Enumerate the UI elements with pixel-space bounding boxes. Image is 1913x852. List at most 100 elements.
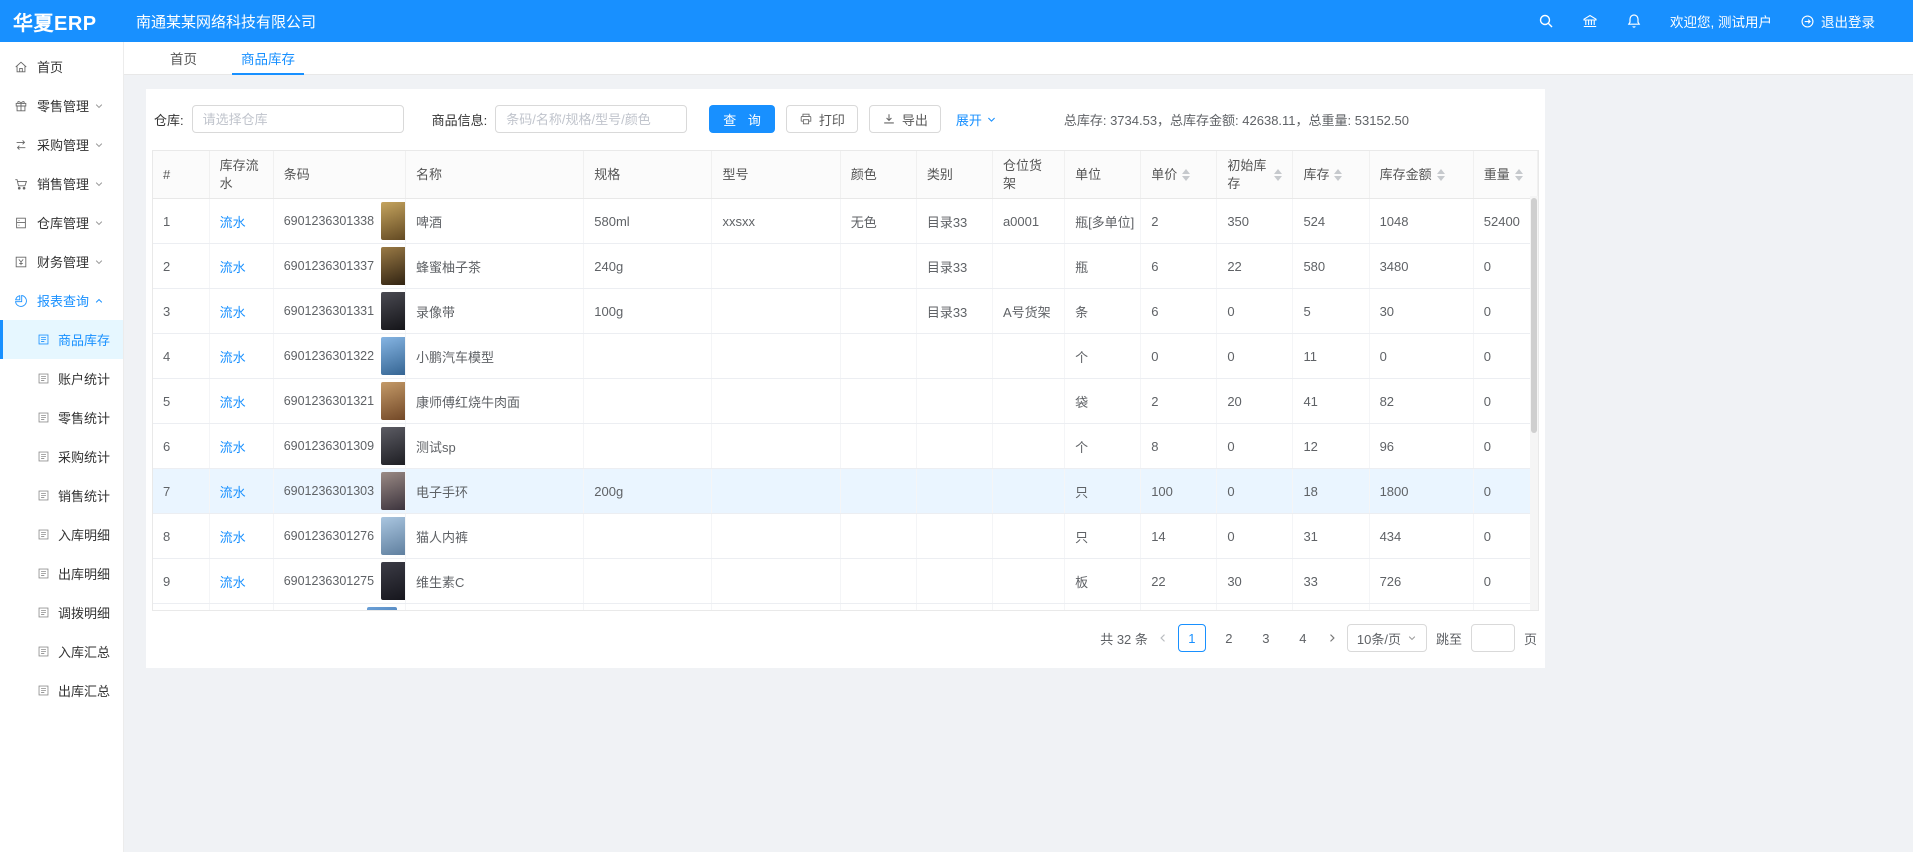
print-button[interactable]: 打印 — [786, 105, 858, 133]
logout-button[interactable]: 退出登录 — [1800, 11, 1875, 31]
sidebar-subitem-sales-stats[interactable]: 销售统计 — [0, 476, 123, 515]
sidebar-item-warehouse[interactable]: 仓库管理 — [0, 203, 123, 242]
jump-to-label: 跳至 — [1436, 629, 1462, 648]
sidebar-subitem-retail-stats[interactable]: 零售统计 — [0, 398, 123, 437]
sidebar-item-reports[interactable]: 报表查询 — [0, 281, 123, 320]
cell-weight: 0 — [1473, 379, 1537, 424]
tab-home[interactable]: 首页 — [170, 42, 197, 74]
cell-color — [840, 514, 916, 559]
sidebar-item-finance[interactable]: 财务管理 — [0, 242, 123, 281]
cell-spec — [584, 514, 712, 559]
column-header: 类别 — [916, 151, 992, 199]
list-icon — [37, 450, 50, 463]
column-header-label: 重量 — [1484, 166, 1510, 184]
sidebar-subitem-label: 商品库存 — [58, 330, 110, 349]
sidebar-main-menu: 首页零售管理采购管理销售管理仓库管理财务管理报表查询 — [0, 47, 123, 320]
stock-flow-link[interactable]: 流水 — [220, 260, 246, 275]
sidebar-subitem-purchase-stats[interactable]: 采购统计 — [0, 437, 123, 476]
column-header: 型号 — [712, 151, 840, 199]
product-thumbnail[interactable] — [381, 247, 405, 285]
cell-category — [916, 469, 992, 514]
product-thumbnail[interactable] — [381, 337, 405, 375]
cell-unit: 个 — [1065, 334, 1141, 379]
cell-init-stock: 30 — [1217, 559, 1293, 604]
cell-stock-amount: 1800 — [1369, 469, 1473, 514]
sidebar-subitem-outbound-detail[interactable]: 出库明细 — [0, 554, 123, 593]
cell-stock: 12 — [1293, 424, 1369, 469]
product-thumbnail[interactable] — [367, 607, 397, 611]
cell-stock: 580 — [1293, 244, 1369, 289]
search-button[interactable]: 查 询 — [709, 105, 775, 133]
caret-up-icon — [1437, 169, 1445, 174]
content-area: 仓库: 商品信息: 查 询 打印 导出 展开 — [124, 75, 1913, 668]
cell-stock-flow: 流水 — [209, 604, 273, 611]
sort-icon[interactable] — [1334, 169, 1342, 181]
page-size-select[interactable]: 10条/页 — [1347, 624, 1427, 652]
sidebar-subitem-product-stock[interactable]: 商品库存 — [0, 320, 123, 359]
product-info-input[interactable] — [495, 105, 687, 133]
barcode-value: 6901236301321 — [284, 394, 374, 408]
sidebar-item-label: 采购管理 — [37, 135, 89, 154]
search-icon[interactable] — [1538, 13, 1554, 29]
cell-color: 无色 — [840, 199, 916, 244]
bank-icon[interactable] — [1582, 13, 1598, 29]
sort-icon[interactable] — [1182, 169, 1190, 181]
stock-flow-link[interactable]: 流水 — [220, 305, 246, 320]
cell-stock-flow: 流水 — [209, 559, 273, 604]
sidebar-subitem-account-stats[interactable]: 账户统计 — [0, 359, 123, 398]
stock-flow-link[interactable]: 流水 — [220, 395, 246, 410]
sidebar-subitem-transfer-detail[interactable]: 调拨明细 — [0, 593, 123, 632]
sort-icon[interactable] — [1274, 169, 1282, 181]
scrollbar-thumb[interactable] — [1531, 198, 1537, 433]
cell-stock-flow: 流水 — [209, 424, 273, 469]
warehouse-select-input[interactable] — [192, 105, 404, 133]
export-button[interactable]: 导出 — [869, 105, 941, 133]
sidebar-subitem-inbound-detail[interactable]: 入库明细 — [0, 515, 123, 554]
page-number-2[interactable]: 2 — [1215, 624, 1243, 652]
app-logo[interactable]: 华夏ERP — [0, 7, 124, 36]
stock-flow-link[interactable]: 流水 — [220, 350, 246, 365]
product-thumbnail[interactable] — [381, 427, 405, 465]
stock-flow-link[interactable]: 流水 — [220, 530, 246, 545]
sidebar-subitem-inbound-summary[interactable]: 入库汇总 — [0, 632, 123, 671]
cell-model — [712, 244, 840, 289]
product-thumbnail[interactable] — [381, 517, 405, 555]
product-thumbnail[interactable] — [381, 562, 405, 600]
page-number-1[interactable]: 1 — [1178, 624, 1206, 652]
page-number-4[interactable]: 4 — [1289, 624, 1317, 652]
cell-stock: 524 — [1293, 199, 1369, 244]
cell-stock-flow: 流水 — [209, 334, 273, 379]
stock-flow-link[interactable]: 流水 — [220, 215, 246, 230]
sidebar-item-home[interactable]: 首页 — [0, 47, 123, 86]
cell-barcode: 6901236301303 — [273, 469, 405, 514]
tab-product-stock[interactable]: 商品库存 — [241, 42, 295, 74]
product-thumbnail[interactable] — [381, 202, 405, 240]
stock-flow-link[interactable]: 流水 — [220, 575, 246, 590]
caret-down-icon — [1274, 176, 1282, 181]
stock-flow-link[interactable]: 流水 — [220, 485, 246, 500]
cell-index: 9 — [153, 559, 209, 604]
product-thumbnail[interactable] — [381, 472, 405, 510]
sidebar-subitem-label: 入库汇总 — [58, 642, 110, 661]
page-number-3[interactable]: 3 — [1252, 624, 1280, 652]
sidebar-subitem-outbound-summary[interactable]: 出库汇总 — [0, 671, 123, 710]
sidebar-item-purchase[interactable]: 采购管理 — [0, 125, 123, 164]
sidebar-subitem-label: 采购统计 — [58, 447, 110, 466]
product-thumbnail[interactable] — [381, 382, 405, 420]
sort-icon[interactable] — [1437, 169, 1445, 181]
stock-flow-link[interactable]: 流水 — [220, 440, 246, 455]
sidebar-item-retail[interactable]: 零售管理 — [0, 86, 123, 125]
cell-shelf — [992, 604, 1064, 611]
cell-spec — [584, 424, 712, 469]
expand-filters-link[interactable]: 展开 — [956, 110, 997, 129]
jump-to-input[interactable] — [1471, 624, 1515, 652]
sidebar-item-sales[interactable]: 销售管理 — [0, 164, 123, 203]
sort-icon[interactable] — [1515, 169, 1523, 181]
cell-barcode: 6901236301322 — [273, 334, 405, 379]
next-page-button[interactable] — [1326, 632, 1338, 644]
product-thumbnail[interactable] — [381, 292, 405, 330]
bell-icon[interactable] — [1626, 13, 1642, 29]
prev-page-button[interactable] — [1157, 632, 1169, 644]
cell-spec: 580ml — [584, 199, 712, 244]
cell-barcode: 6901236301338 — [273, 199, 405, 244]
